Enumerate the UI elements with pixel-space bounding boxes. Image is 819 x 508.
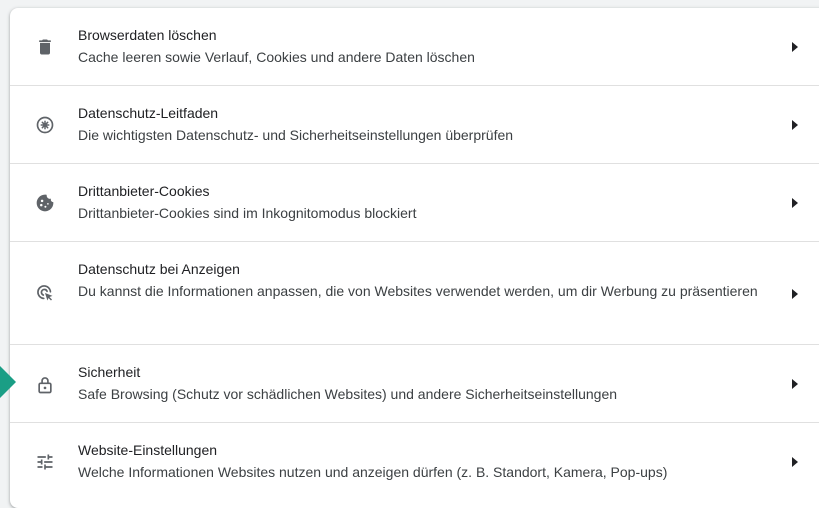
arrow-right-icon (791, 379, 801, 389)
row-description: Du kannst die Informationen anpassen, di… (78, 283, 758, 299)
lock-icon (34, 374, 56, 396)
row-drittanbieter-cookies[interactable]: Drittanbieter-Cookies Drittanbieter-Cook… (10, 164, 819, 242)
row-title: Drittanbieter-Cookies (78, 183, 210, 199)
row-datenschutz-anzeigen[interactable]: Datenschutz bei Anzeigen Du kannst die I… (10, 242, 819, 345)
row-datenschutz-leitfaden[interactable]: Datenschutz-Leitfaden Die wichtigsten Da… (10, 86, 819, 164)
row-title: Datenschutz-Leitfaden (78, 105, 219, 121)
arrow-right-icon (791, 120, 801, 130)
row-description: Cache leeren sowie Verlauf, Cookies und … (78, 49, 475, 65)
row-title: Datenschutz bei Anzeigen (78, 261, 240, 277)
row-description: Safe Browsing (Schutz vor schädlichen We… (78, 386, 618, 402)
cookie-icon (34, 192, 56, 214)
row-description: Die wichtigsten Datenschutz- und Sicherh… (78, 127, 514, 143)
pointer-marker-icon (0, 360, 16, 404)
row-title: Browserdaten löschen (78, 27, 217, 43)
row-title: Website-Einstellungen (78, 442, 218, 458)
privacy-settings-card: Browserdaten löschen Cache leeren sowie … (10, 8, 819, 508)
row-browserdaten-loeschen[interactable]: Browserdaten löschen Cache leeren sowie … (10, 8, 819, 86)
trash-icon (34, 36, 56, 58)
ad-privacy-icon (34, 282, 56, 304)
row-description: Drittanbieter-Cookies sind im Inkognitom… (78, 205, 417, 221)
tune-icon (34, 451, 56, 473)
arrow-right-icon (791, 42, 801, 52)
row-sicherheit[interactable]: Sicherheit Safe Browsing (Schutz vor sch… (10, 345, 819, 423)
row-description: Welche Informationen Websites nutzen und… (78, 464, 668, 480)
arrow-right-icon (791, 457, 801, 467)
arrow-right-icon (791, 289, 801, 299)
row-website-einstellungen[interactable]: Website-Einstellungen Welche Information… (10, 423, 819, 503)
privacy-guide-icon (34, 114, 56, 136)
arrow-right-icon (791, 198, 801, 208)
row-title: Sicherheit (78, 364, 141, 380)
